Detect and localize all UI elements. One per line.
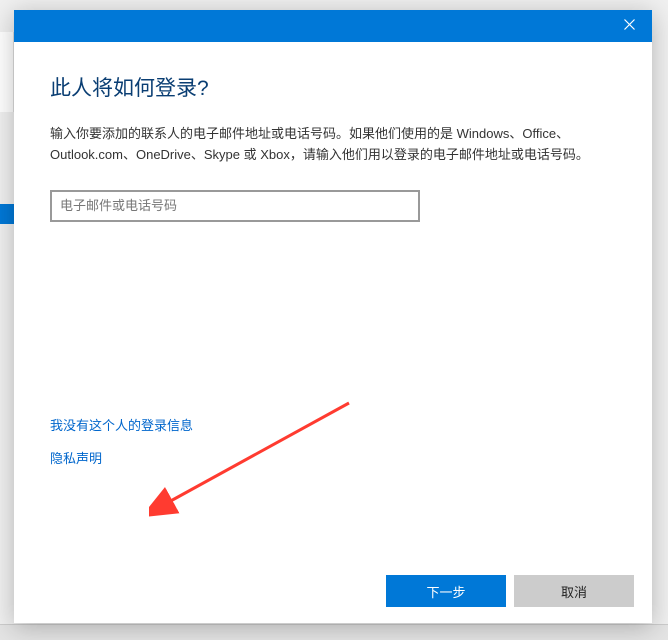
dialog-links: 我没有这个人的登录信息 隐私声明 — [50, 415, 193, 481]
dialog-content: 此人将如何登录? 输入你要添加的联系人的电子邮件地址或电话号码。如果他们使用的是… — [14, 42, 652, 559]
privacy-link[interactable]: 隐私声明 — [50, 448, 193, 467]
cancel-button[interactable]: 取消 — [514, 575, 634, 607]
close-icon — [624, 17, 635, 35]
next-button[interactable]: 下一步 — [386, 575, 506, 607]
close-button[interactable] — [606, 10, 652, 42]
no-signin-info-link[interactable]: 我没有这个人的登录信息 — [50, 415, 193, 434]
dialog-heading: 此人将如何登录? — [50, 72, 616, 102]
dialog-footer: 下一步 取消 — [14, 559, 652, 623]
titlebar — [14, 10, 652, 42]
dialog-description: 输入你要添加的联系人的电子邮件地址或电话号码。如果他们使用的是 Windows、… — [50, 124, 616, 166]
email-or-phone-input[interactable] — [50, 190, 420, 222]
add-user-dialog: 此人将如何登录? 输入你要添加的联系人的电子邮件地址或电话号码。如果他们使用的是… — [14, 10, 652, 623]
